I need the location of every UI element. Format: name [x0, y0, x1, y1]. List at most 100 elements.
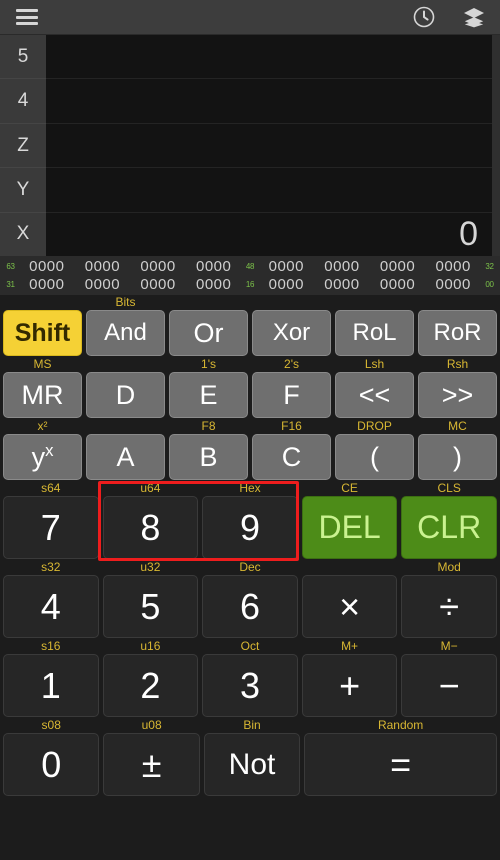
key-cell: s32 4 [3, 560, 99, 638]
key-mr[interactable]: MR [3, 372, 82, 418]
key-or[interactable]: Or [169, 310, 248, 356]
key-minus[interactable]: − [401, 654, 497, 717]
key-del[interactable]: DEL [301, 496, 398, 559]
key-c[interactable]: C [252, 434, 331, 480]
key-shift-label: s32 [41, 560, 61, 574]
hamburger-menu-icon[interactable] [16, 9, 38, 25]
bit-nibbles-high-right[interactable]: 0000 0000 0000 0000 [259, 258, 482, 275]
key-b[interactable]: B [169, 434, 248, 480]
register-value-y[interactable] [46, 168, 492, 213]
key-cell: s64 7 [3, 481, 99, 559]
bit-mark-16: 16 [245, 279, 255, 289]
key-1[interactable]: 1 [3, 654, 99, 717]
bit-nibble[interactable]: 0000 [84, 276, 121, 293]
key-xor[interactable]: Xor [252, 310, 331, 356]
key-5[interactable]: 5 [102, 575, 199, 638]
bit-nibble[interactable]: 0000 [323, 258, 360, 275]
bit-nibble[interactable]: 0000 [268, 258, 305, 275]
register-value-x[interactable]: 0 [46, 213, 492, 256]
key-cell: M+ + [301, 639, 398, 717]
key-divide[interactable]: ÷ [401, 575, 497, 638]
key-shift-label [418, 295, 497, 310]
key-cell: s08 0 [3, 718, 100, 796]
key-lshift[interactable]: << [335, 372, 414, 418]
key-cell: Oct 3 [202, 639, 298, 717]
key-clr[interactable]: CLR [401, 496, 497, 559]
bit-nibble[interactable]: 0000 [195, 276, 232, 293]
key-plusminus[interactable]: ± [103, 733, 200, 796]
key-d[interactable]: D [86, 372, 165, 418]
app-bar [0, 0, 500, 34]
bit-nibble[interactable]: 0000 [268, 276, 305, 293]
key-not[interactable]: Not [203, 733, 301, 796]
key-cell: Rsh >> [418, 357, 497, 418]
bit-row-high[interactable]: 63 0000 0000 0000 0000 48 0000 0000 0000… [0, 257, 500, 275]
key-cell: M− − [401, 639, 497, 717]
key-shift-label: F16 [281, 419, 302, 433]
bit-nibble[interactable]: 0000 [28, 276, 65, 293]
bit-nibbles-high-left[interactable]: 0000 0000 0000 0000 [19, 258, 242, 275]
bit-nibbles-low-right[interactable]: 0000 0000 0000 0000 [259, 276, 482, 293]
bit-nibble[interactable]: 0000 [379, 276, 416, 293]
bit-nibble[interactable]: 0000 [379, 258, 416, 275]
key-cell: Shift [3, 295, 82, 356]
key-shift-label: Bin [243, 718, 261, 732]
key-3[interactable]: 3 [202, 654, 298, 717]
key-open-paren[interactable]: ( [335, 434, 414, 480]
stack-display[interactable]: 5 4 Z Y X 0 [0, 34, 500, 256]
key-and[interactable]: And [86, 310, 165, 356]
key-cell: Mod ÷ [401, 560, 497, 638]
bit-nibble[interactable]: 0000 [435, 276, 472, 293]
clock-history-icon[interactable] [412, 5, 436, 29]
key-4[interactable]: 4 [3, 575, 99, 638]
register-value-5[interactable] [46, 35, 492, 80]
bit-nibble[interactable]: 0000 [28, 258, 65, 275]
key-yx[interactable]: yx [3, 434, 82, 480]
key-shift[interactable]: Shift [3, 310, 82, 356]
key-shift-label: CLS [437, 481, 461, 495]
key-cell: Xor [252, 295, 331, 356]
key-shift-label: Dec [239, 560, 261, 574]
bit-mark-48: 48 [245, 261, 255, 271]
key-f[interactable]: F [252, 372, 331, 418]
key-8[interactable]: 8 [102, 496, 199, 559]
bit-nibble[interactable]: 0000 [84, 258, 121, 275]
key-equals[interactable]: = [304, 733, 498, 796]
key-shift-label [86, 357, 165, 372]
register-value-z[interactable] [46, 124, 492, 169]
bit-nibble[interactable]: 0000 [195, 258, 232, 275]
layers-stack-icon[interactable] [462, 5, 486, 29]
key-rol[interactable]: RoL [335, 310, 414, 356]
key-cell: RoL [335, 295, 414, 356]
key-close-paren[interactable]: ) [418, 434, 497, 480]
key-6[interactable]: 6 [202, 575, 298, 638]
bit-nibbles-low-left[interactable]: 0000 0000 0000 0000 [19, 276, 242, 293]
display-scrollbar[interactable] [492, 35, 500, 256]
key-ror[interactable]: RoR [418, 310, 497, 356]
key-7[interactable]: 7 [3, 496, 99, 559]
key-0[interactable]: 0 [3, 733, 100, 796]
key-e[interactable]: E [169, 372, 248, 418]
bit-row-low[interactable]: 31 0000 0000 0000 0000 16 0000 0000 0000… [0, 275, 500, 293]
key-plus[interactable]: + [301, 654, 398, 717]
key-9[interactable]: 9 [202, 496, 298, 559]
key-shift-label: s64 [41, 481, 61, 495]
key-shift-label: 2's [284, 357, 299, 371]
key-a[interactable]: A [86, 434, 165, 480]
key-multiply[interactable]: × [301, 575, 398, 638]
key-shift-label: Hex [239, 481, 261, 495]
bit-nibble[interactable]: 0000 [323, 276, 360, 293]
key-shift-label: F8 [201, 419, 216, 433]
bit-nibble[interactable]: 0000 [139, 276, 176, 293]
bit-grid[interactable]: 63 0000 0000 0000 0000 48 0000 0000 0000… [0, 256, 500, 295]
key-shift-label [169, 295, 248, 310]
key-2[interactable]: 2 [102, 654, 199, 717]
bit-nibble[interactable]: 0000 [435, 258, 472, 275]
register-value-4[interactable] [46, 79, 492, 124]
key-cell: D [86, 357, 165, 418]
key-rshift[interactable]: >> [418, 372, 497, 418]
app-bar-actions [412, 5, 486, 29]
bit-nibble[interactable]: 0000 [139, 258, 176, 275]
key-shift-label: CE [341, 481, 358, 495]
register-value-column: 0 [46, 35, 492, 256]
